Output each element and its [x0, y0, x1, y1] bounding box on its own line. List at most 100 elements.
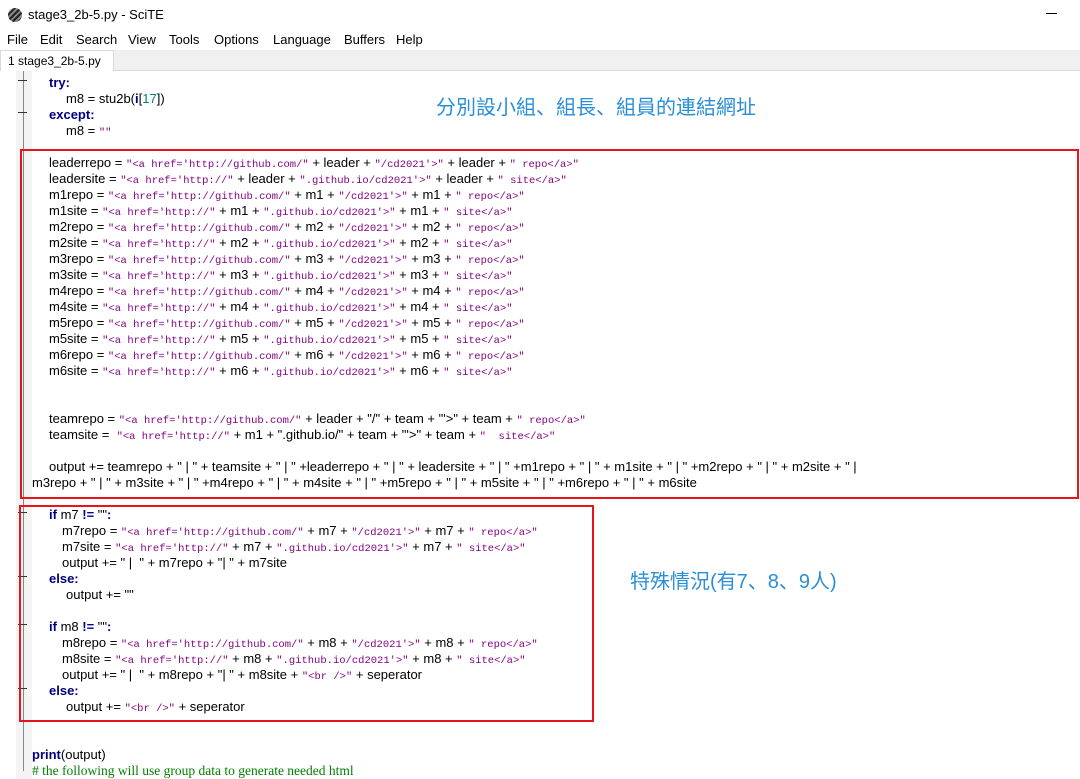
code-token: " repo</a>": [468, 527, 538, 539]
code-line: if m7 != "":: [49, 507, 111, 523]
fold-marker[interactable]: [18, 112, 27, 113]
code-line: teamrepo = "<a href='http://github.com/"…: [49, 411, 586, 427]
code-token: + m1 +: [407, 187, 456, 202]
code-token: ".github.io/cd2021'>": [263, 271, 396, 283]
code-token: m3repo =: [49, 251, 108, 266]
code-editor[interactable]: 分別設小組、組長、組員的連結網址 特殊情況(有7、8、9人) try: m8 = …: [0, 71, 1080, 779]
code-token: if: [49, 619, 57, 634]
code-line: output += " | " + m8repo + "| " + m8site…: [62, 667, 422, 683]
code-token: 17: [142, 91, 157, 106]
code-token: m8: [56, 619, 83, 634]
buffer-tab-bar: 1 stage3_2b-5.py: [0, 50, 1080, 71]
code-token: m2site =: [49, 235, 103, 250]
code-token: + m6 +: [395, 363, 444, 378]
code-token: "/cd2021'>": [338, 319, 408, 331]
code-token: ".github.io/cd2021'>": [263, 367, 396, 379]
code-token: m5site =: [49, 331, 103, 346]
code-token: m1site =: [49, 203, 103, 218]
fold-marker[interactable]: [18, 80, 27, 81]
code-token: m6repo =: [49, 347, 108, 362]
code-token: "": [98, 127, 112, 139]
code-token: + m2 +: [215, 235, 264, 250]
code-token: "/cd2021'>": [351, 639, 421, 651]
menu-language[interactable]: Language: [273, 32, 331, 47]
code-token: " repo</a>": [455, 319, 525, 331]
code-token: + m5 +: [407, 315, 456, 330]
code-line: leaderrepo = "<a href='http://github.com…: [49, 155, 579, 171]
code-token: !=: [82, 619, 95, 634]
code-token: m8repo =: [62, 635, 121, 650]
code-token: m1repo =: [49, 187, 108, 202]
code-token: output += " | " + m7repo + "| " + m7site: [62, 555, 288, 570]
code-token: + m2 +: [290, 219, 339, 234]
menu-file[interactable]: File: [7, 32, 28, 47]
code-token: !=: [82, 507, 95, 522]
code-token: + m5 +: [290, 315, 339, 330]
code-token: "": [94, 619, 108, 634]
code-token: + m4 +: [395, 299, 444, 314]
code-token: ".github.io/cd2021'>": [263, 335, 396, 347]
title-bar: stage3_2b-5.py - SciTE: [0, 0, 1080, 30]
code-token: "<a href='http://": [120, 175, 234, 187]
menu-options[interactable]: Options: [214, 32, 259, 47]
menu-view[interactable]: View: [128, 32, 156, 47]
code-line: # the following will use group data to g…: [32, 763, 354, 779]
code-token: + m3 +: [407, 251, 456, 266]
code-token: output += teamrepo + " | " + teamsite + …: [49, 459, 857, 474]
code-token: m7: [56, 507, 83, 522]
code-token: "<a href='http://": [102, 207, 216, 219]
code-token: "<br />": [124, 703, 175, 715]
code-token: "<a href='http://": [102, 335, 216, 347]
code-token: + m3 +: [395, 267, 444, 282]
code-line: m5site = "<a href='http://" + m5 + ".git…: [49, 331, 513, 347]
code-token: + seperator: [352, 667, 423, 682]
code-line: output += " | " + m7repo + "| " + m7site: [62, 555, 287, 571]
code-line: m1repo = "<a href='http://github.com/" +…: [49, 187, 525, 203]
code-token: + leader +: [443, 155, 510, 170]
code-token: m2repo =: [49, 219, 108, 234]
code-token: + m1 +: [395, 203, 444, 218]
code-token: teamsite =: [49, 427, 117, 442]
menu-tools[interactable]: Tools: [169, 32, 199, 47]
code-token: + m4 +: [290, 283, 339, 298]
code-token: + m7 +: [408, 539, 457, 554]
code-line: print(output): [32, 747, 106, 763]
code-line: m8 = "": [66, 123, 111, 139]
code-token: "<a href='http://github.com/": [107, 287, 291, 299]
code-line: m3repo = "<a href='http://github.com/" +…: [49, 251, 525, 267]
code-token: " repo</a>": [455, 287, 525, 299]
menu-bar: File Edit Search View Tools Options Lang…: [0, 30, 1080, 50]
code-token: (output): [60, 747, 106, 762]
code-token: " site</a>": [456, 543, 526, 555]
code-line: m7repo = "<a href='http://github.com/" +…: [62, 523, 538, 539]
code-token: + m1 +: [290, 187, 339, 202]
tab-stage3-2b-5[interactable]: 1 stage3_2b-5.py: [0, 50, 114, 71]
code-token: output +=: [66, 699, 125, 714]
code-token: "<a href='http://github.com/": [107, 319, 291, 331]
code-token: "<a href='http://": [115, 543, 229, 555]
code-line: m5repo = "<a href='http://github.com/" +…: [49, 315, 525, 331]
code-token: " repo</a>": [516, 415, 586, 427]
code-token: ".github.io/cd2021'>": [263, 303, 396, 315]
code-line: except:: [49, 107, 95, 123]
menu-edit[interactable]: Edit: [40, 32, 62, 47]
code-token: teamrepo =: [49, 411, 119, 426]
code-line: m4site = "<a href='http://" + m4 + ".git…: [49, 299, 513, 315]
code-token: m8 = stu2b(: [66, 91, 136, 106]
code-token: + m6 +: [290, 347, 339, 362]
scite-app-icon: [8, 8, 22, 22]
code-token: + m6 +: [407, 347, 456, 362]
menu-buffers[interactable]: Buffers: [344, 32, 385, 47]
code-token: "<a href='http://github.com/": [107, 223, 291, 235]
code-token: " repo</a>": [509, 159, 579, 171]
menu-search[interactable]: Search: [76, 32, 117, 47]
code-token: "/cd2021'>": [351, 527, 421, 539]
code-line: output += "<br />" + seperator: [66, 699, 245, 715]
code-token: + leader + "/" + team + "'>" + team +: [301, 411, 517, 426]
menu-help[interactable]: Help: [396, 32, 423, 47]
code-token: "<a href='http://github.com/": [107, 255, 291, 267]
code-token: + m4 +: [407, 283, 456, 298]
code-token: m6site =: [49, 363, 103, 378]
minimize-icon[interactable]: [1046, 13, 1057, 14]
code-token: if: [49, 507, 57, 522]
